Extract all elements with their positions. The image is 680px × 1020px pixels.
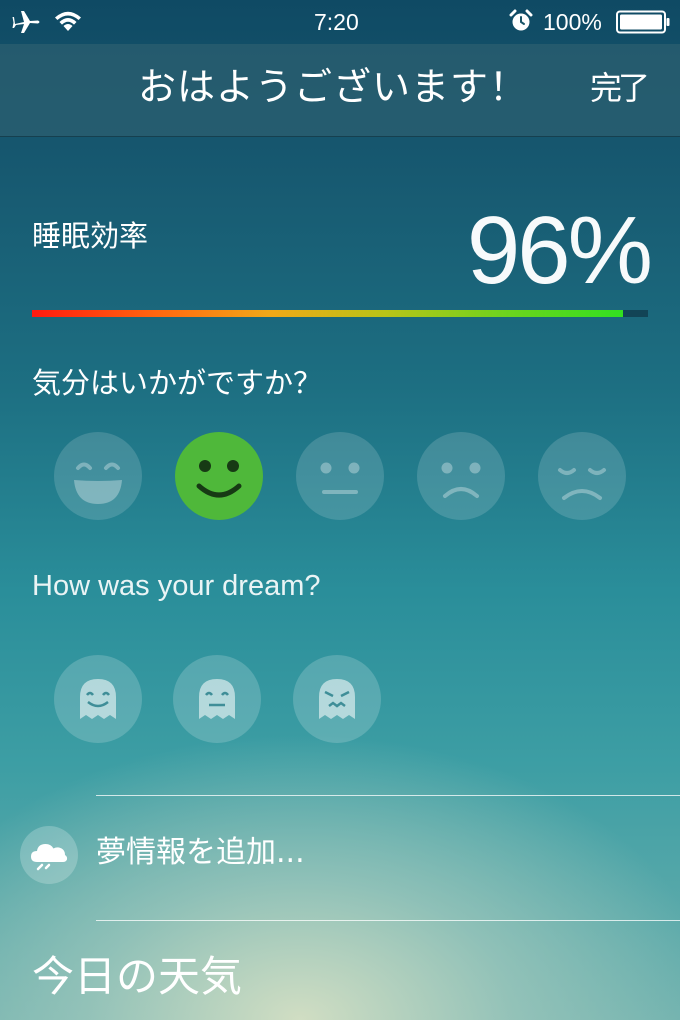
mood-sad-button[interactable] [417, 432, 505, 520]
neutral-face-icon [320, 462, 360, 494]
mood-happy-button[interactable] [175, 432, 263, 520]
airplane-icon [12, 8, 42, 40]
battery-icon [616, 10, 672, 38]
good-dream-ghost-icon [80, 679, 116, 719]
alarm-icon [509, 9, 533, 37]
nav-bar: おはようございます！ 完了 [0, 44, 680, 137]
divider-bottom [96, 920, 680, 921]
mood-neutral-button[interactable] [296, 432, 384, 520]
bad-dream-ghost-icon [319, 679, 355, 719]
dream-question: How was your dream? [32, 570, 321, 602]
happy-face-icon [196, 460, 242, 498]
weather-section-title: 今日の天気 [32, 952, 243, 1001]
sleep-efficiency-value: 96% [466, 197, 653, 304]
mood-question: 気分はいかがですか？ [32, 366, 323, 400]
mood-very-happy-button[interactable] [54, 432, 142, 520]
wifi-icon [53, 9, 83, 37]
very-sad-face-icon [558, 468, 606, 500]
sleep-efficiency-bar [32, 310, 648, 317]
neutral-dream-ghost-icon [199, 679, 235, 719]
sad-face-icon [441, 462, 481, 498]
dream-bad-button[interactable] [293, 655, 381, 743]
sleep-efficiency-bar-fill [32, 310, 624, 317]
status-time: 7:20 [314, 9, 359, 35]
battery-percent: 100% [543, 9, 602, 35]
add-dream-info-row[interactable]: 夢情報を追加... [0, 796, 680, 920]
done-button[interactable]: 完了 [590, 68, 650, 108]
page-title: おはようございます！ [138, 65, 529, 109]
very-happy-face-icon [74, 462, 122, 504]
sleep-efficiency-label: 睡眠効率 [32, 219, 149, 253]
cloud-icon [20, 826, 78, 884]
add-dream-info-label: 夢情報を追加... [96, 835, 305, 870]
dream-neutral-button[interactable] [173, 655, 261, 743]
dream-good-button[interactable] [54, 655, 142, 743]
mood-very-sad-button[interactable] [538, 432, 626, 520]
status-bar: 7:20 100% [0, 0, 680, 44]
